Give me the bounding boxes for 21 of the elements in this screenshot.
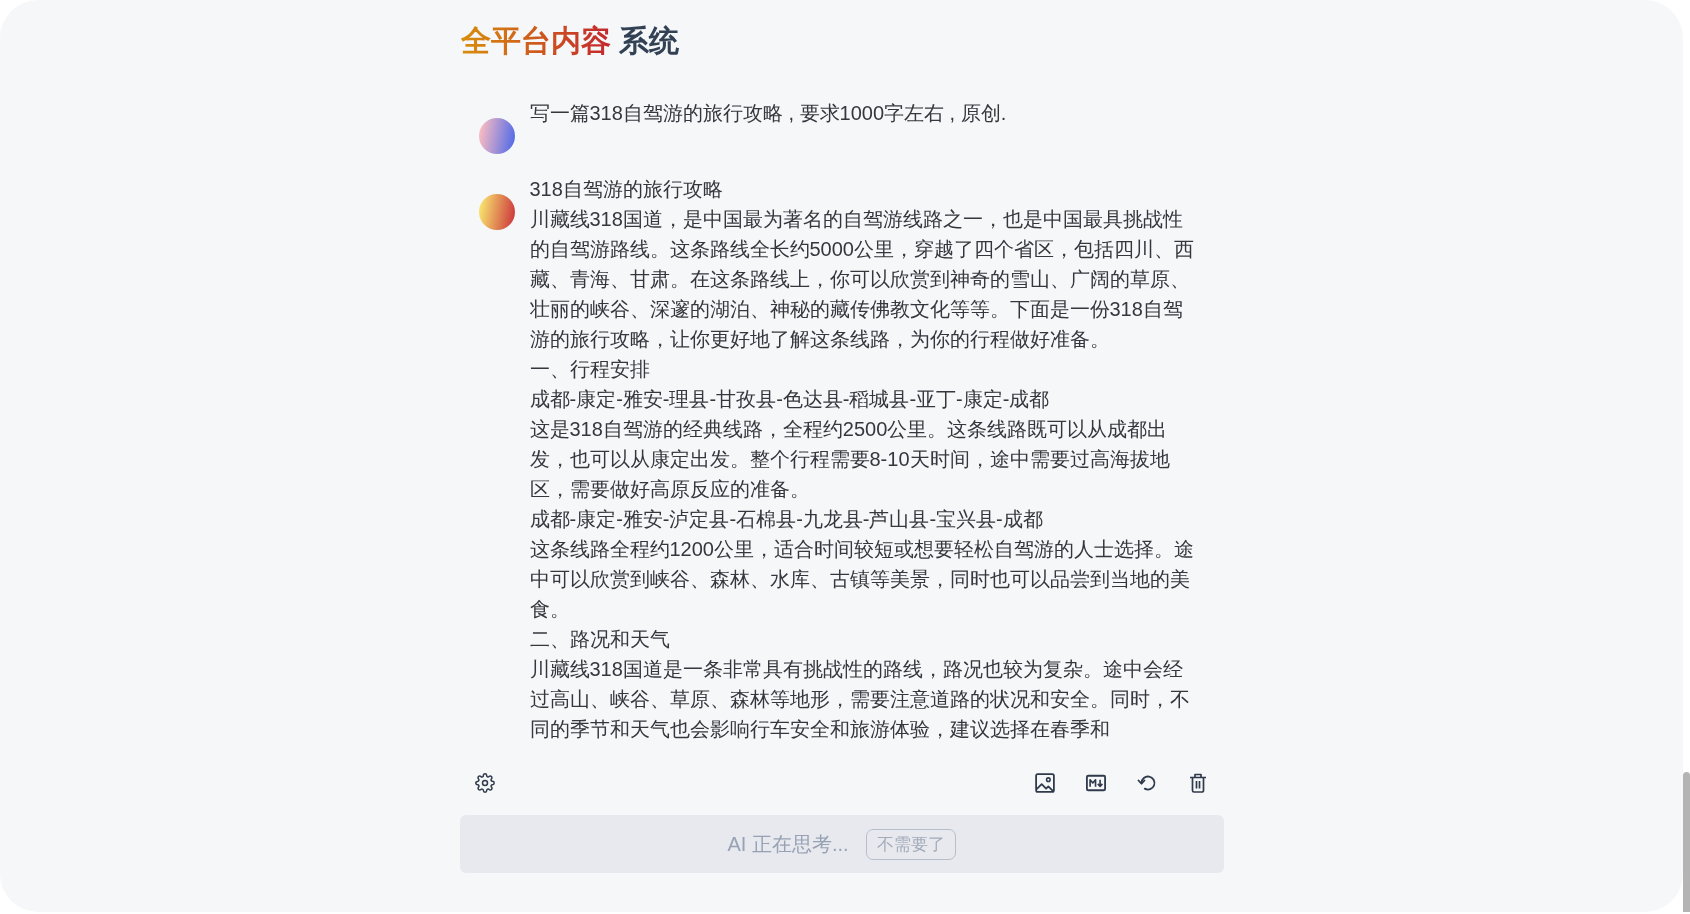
markdown-icon[interactable] <box>1085 773 1106 793</box>
message-text: 二、路况和天气 <box>529 627 671 652</box>
message-text: 一、行程安排 <box>529 357 651 382</box>
trash-icon[interactable] <box>1187 773 1208 793</box>
message-text: 成都-康定-雅安-理县-甘孜县-色达县-稻城县-亚丁-康定-成都 <box>529 387 1051 412</box>
image-icon[interactable] <box>1034 773 1055 793</box>
message-text: 这是318自驾游的经典线路，全程约2500公里。这条线路既可以从成都出发，也可以从康定出发。整个行程需要8-10天时间，途中需要过高海拔地区，需要做好高原反应的准备。 <box>529 417 1171 502</box>
thinking-status-text: AI 正在思考... <box>727 831 849 857</box>
refresh-icon[interactable] <box>1136 773 1157 793</box>
message-text: 成都-康定-雅安-泸定县-石棉县-九龙县-芦山县-宝兴县-成都 <box>529 507 1044 532</box>
avatar-icon <box>478 118 515 154</box>
settings-icon[interactable] <box>474 773 495 793</box>
message-text: 318自驾游的旅行攻略 <box>529 177 724 202</box>
avatar-icon <box>478 194 515 230</box>
cancel-button[interactable]: 不需要了 <box>865 828 956 860</box>
scrollbar-thumb[interactable] <box>1683 772 1690 912</box>
app-title: 全平台内容 系统 <box>460 23 679 59</box>
message-text: 这条线路全程约1200公里，适合时间较短或想要轻松自驾游的人士选择。途中可以欣赏到峡谷、森林、水库、古镇等美景，同时也可以品尝到当地的美食。 <box>529 537 1195 622</box>
message-text: 川藏线318国道是一条非常具有挑战性的路线，路况也较为复杂。途中会经过高山、峡谷、草原、森林等地形，需要注意道路的状况和安全。同时，不同的季节和天气也会影响行车安全和旅游体验，建议选择在春季和 <box>529 657 1191 742</box>
message-text: 川藏线318国道，是中国最为著名的自驾游线路之一，也是中国最具挑战性的自驾游路线。这条路线全长约5000公里，穿越了四个省区，包括四川、西藏、青海、甘肃。在这条路线上，你可以欣赏到神奇的雪山、广阔的草原、壮丽的峡谷、深邃的湖泊、神秘的藏传佛教文化等等。下面是一份318自驾游的旅行攻略，让你更好地了解这条线路，为你的行程做好准备。 <box>529 207 1195 352</box>
message-text: 写一篇318自驾游的旅行攻略 , 要求1000字左右 , 原创. <box>529 101 1008 126</box>
